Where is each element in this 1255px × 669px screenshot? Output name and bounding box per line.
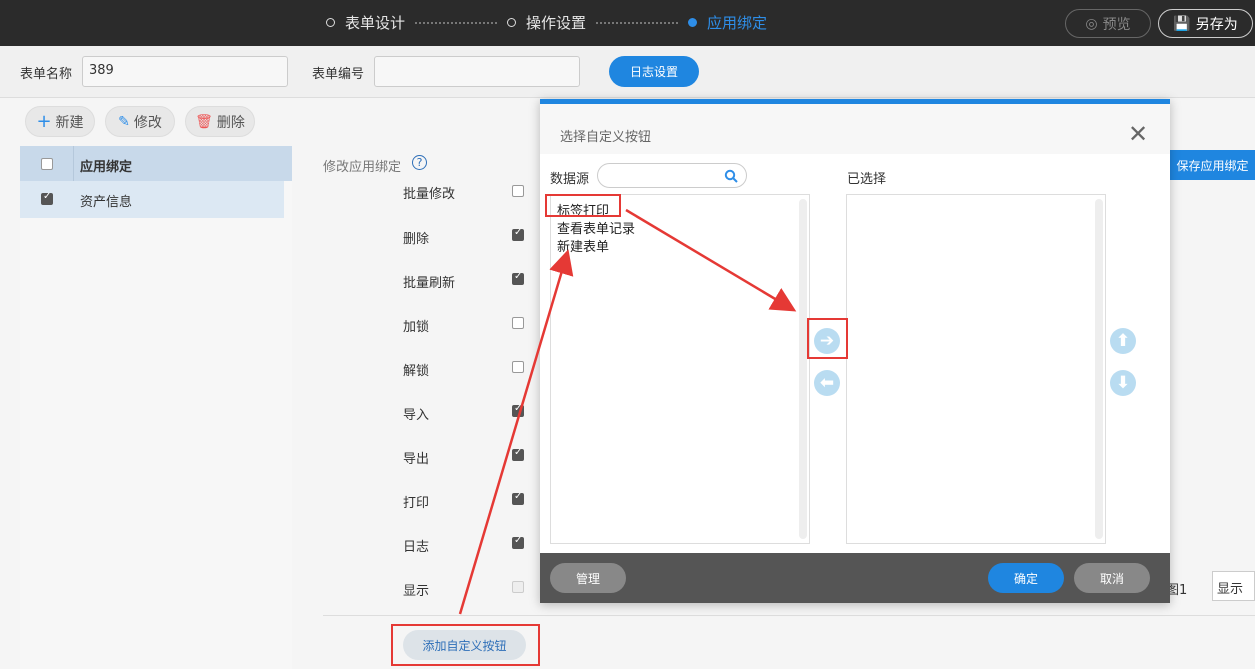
annotation-arrows <box>458 208 797 615</box>
annotation-arrow <box>625 208 797 312</box>
annotation-arrow <box>458 249 574 615</box>
